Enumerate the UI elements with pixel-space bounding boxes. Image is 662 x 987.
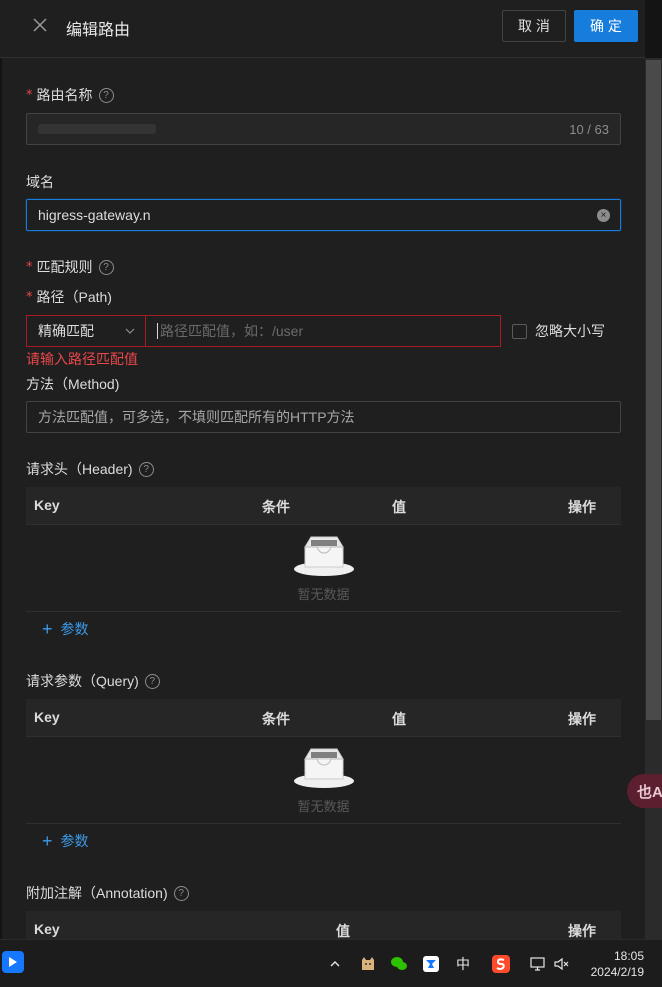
add-query-param-button[interactable]: + 参数 (42, 831, 89, 851)
empty-box-icon (294, 536, 354, 576)
path-value-placeholder: 路径匹配值，如：/user (160, 323, 304, 339)
domain-select[interactable]: higress-gateway.n × (26, 199, 621, 231)
headers-label-text: 请求头（Header) (26, 461, 133, 477)
close-icon[interactable] (31, 16, 49, 34)
column-key: Key (34, 921, 60, 937)
query-label-text: 请求参数（Query) (26, 673, 139, 689)
help-icon[interactable]: ? (138, 461, 154, 477)
drawer-title: 编辑路由 (66, 22, 131, 39)
confirm-button[interactable]: 确 定 (574, 10, 638, 42)
empty-text: 暂无数据 (297, 587, 350, 602)
help-icon[interactable]: ? (98, 87, 114, 103)
domain-value: higress-gateway.n (38, 207, 151, 223)
annotation-label-text: 附加注解（Annotation) (26, 885, 168, 901)
edit-route-drawer: 编辑路由 取 消 确 定 * 路由名称 ? 10 / 63 域名 higress… (0, 0, 645, 939)
char-count: 10 / 63 (569, 122, 609, 137)
path-error-text: 请输入路径匹配值 (26, 351, 138, 367)
translate-button[interactable]: 也A (627, 774, 662, 808)
help-icon[interactable]: ? (98, 259, 114, 275)
required-mark: * (26, 259, 33, 275)
column-actions: 操作 (568, 711, 596, 727)
clear-icon[interactable]: × (597, 209, 610, 222)
chevron-up-icon[interactable] (327, 954, 343, 974)
path-match-type-select[interactable]: 精确匹配 (26, 315, 145, 347)
path-label: * 路径（Path) (26, 287, 112, 307)
chevron-down-icon (125, 328, 135, 334)
match-rules-label-text: 匹配规则 (36, 259, 93, 275)
wechat-icon[interactable] (390, 954, 408, 974)
drawer-body: * 路由名称 ? 10 / 63 域名 higress-gateway.n × … (0, 59, 645, 939)
ime-indicator[interactable]: 中 (454, 954, 472, 974)
page-edge (0, 58, 2, 939)
path-label-text: 路径（Path) (36, 289, 112, 305)
headers-label: 请求头（Header) ? (26, 459, 154, 479)
method-select[interactable]: 方法匹配值，可多选，不填则匹配所有的HTTP方法 (26, 401, 621, 433)
taskbar: 中 18:05 2024/2/19 (0, 939, 662, 987)
empty-box-icon (294, 748, 354, 788)
checkbox-box[interactable] (512, 323, 527, 339)
plus-icon: + (42, 619, 53, 639)
column-key: Key (34, 497, 60, 513)
table-header: Key 条件 值 操作 (26, 487, 621, 525)
route-name-label: * 路由名称 ? (26, 85, 114, 105)
add-header-param-button[interactable]: + 参数 (42, 619, 89, 639)
add-label: 参数 (60, 833, 89, 849)
query-label: 请求参数（Query) ? (26, 671, 160, 691)
drawer-header: 编辑路由 取 消 确 定 (0, 0, 645, 58)
column-condition: 条件 (262, 711, 290, 727)
path-value-input[interactable]: 路径匹配值，如：/user (145, 315, 501, 347)
annotation-label: 附加注解（Annotation) ? (26, 883, 189, 903)
text-caret (157, 323, 158, 339)
annotation-table: Key 值 操作 (26, 911, 621, 939)
tray-app-icon[interactable] (422, 954, 440, 974)
match-rules-label: * 匹配规则 ? (26, 257, 114, 277)
empty-text: 暂无数据 (297, 799, 350, 814)
required-mark: * (26, 87, 33, 103)
help-icon[interactable]: ? (144, 673, 160, 689)
scrollbar-thumb[interactable] (646, 60, 661, 720)
column-value: 值 (392, 711, 406, 727)
route-name-input: 10 / 63 (26, 113, 621, 145)
required-mark: * (26, 289, 33, 305)
system-clock[interactable]: 18:05 2024/2/19 (591, 948, 644, 980)
clock-date: 2024/2/19 (590, 965, 644, 979)
route-name-label-text: 路由名称 (36, 87, 93, 103)
table-empty: 暂无数据 (26, 737, 621, 824)
table-header: Key 值 操作 (26, 911, 621, 939)
headers-table: Key 条件 值 操作 暂无数据 (26, 487, 621, 612)
sogou-icon[interactable] (492, 954, 510, 974)
add-label: 参数 (60, 621, 89, 637)
query-table: Key 条件 值 操作 暂无数据 (26, 699, 621, 824)
cat-app-icon[interactable] (359, 954, 377, 974)
column-value: 值 (392, 499, 406, 515)
help-icon[interactable]: ? (173, 885, 189, 901)
column-actions: 操作 (568, 923, 596, 939)
volume-muted-icon[interactable] (553, 954, 571, 974)
method-label: 方法（Method) (26, 376, 120, 392)
clock-time: 18:05 (613, 949, 644, 963)
ignore-case-checkbox[interactable]: 忽略大小写 (512, 321, 605, 341)
column-condition: 条件 (262, 499, 290, 515)
column-actions: 操作 (568, 499, 596, 515)
cancel-button[interactable]: 取 消 (502, 10, 566, 42)
redacted-value (38, 124, 156, 134)
table-empty: 暂无数据 (26, 525, 621, 612)
network-icon[interactable] (529, 954, 547, 974)
app-icon[interactable] (2, 951, 24, 973)
domain-label: 域名 (26, 174, 54, 190)
ignore-case-label: 忽略大小写 (535, 323, 605, 339)
table-header: Key 条件 值 操作 (26, 699, 621, 737)
method-placeholder: 方法匹配值，可多选，不填则匹配所有的HTTP方法 (38, 409, 355, 425)
column-key: Key (34, 709, 60, 725)
column-value: 值 (336, 923, 350, 939)
translate-icon: 也A (637, 783, 662, 801)
path-match-type-value: 精确匹配 (38, 323, 94, 339)
plus-icon: + (42, 831, 53, 851)
